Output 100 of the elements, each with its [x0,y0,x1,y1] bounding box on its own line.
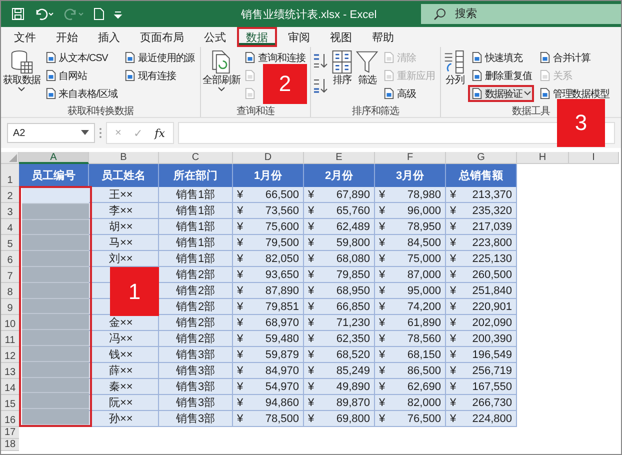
insert-function-button[interactable]: fx [154,126,165,140]
ribbon-tab[interactable]: 公式 [195,27,235,47]
ribbon-button[interactable]: 删除重复值 [468,67,535,84]
ribbon-tab[interactable]: 数据 [237,27,277,47]
table-cell: 销售3部 [159,347,233,363]
document-icon [538,87,551,100]
table-cell: ¥ 78,500 [233,411,304,427]
search-input[interactable]: 搜索 [453,7,608,21]
ribbon-tab[interactable]: 审阅 [279,27,319,47]
sort-descending-icon[interactable] [313,77,330,95]
ribbon-tab[interactable]: 视图 [321,27,361,47]
row-header[interactable]: 13 [1,363,19,379]
name-box[interactable]: A2 [7,123,95,143]
row-header[interactable]: 1 [1,164,19,187]
table-cell[interactable] [22,314,89,330]
column-header[interactable]: G [446,152,517,164]
row-header[interactable]: 7 [1,267,19,283]
table-cell: 销售1部 [159,235,233,251]
ribbon-tab[interactable]: 文件 [5,27,45,47]
table-cell: ¥ 93,650 [233,267,304,283]
column-header[interactable]: B [89,152,159,164]
table-cell: ¥ 78,980 [375,187,446,203]
ribbon-button[interactable]: 分列 [442,49,467,104]
table-cell: ¥ 49,890 [304,379,375,395]
ribbon-tab[interactable]: 开始 [47,27,87,47]
table-cell[interactable] [22,235,89,252]
ribbon-button[interactable]: 全部刷新 [202,49,240,104]
row-header[interactable]: 3 [1,203,19,219]
table-cell: ¥ 251,840 [446,283,517,299]
ribbon-button[interactable]: 最近使用的源 [121,49,198,66]
search-bar[interactable]: 搜索 [421,4,621,24]
table-cell: 薛×× [89,363,159,379]
table-cell[interactable] [22,378,89,394]
table-cell: 销售3部 [159,379,233,395]
ribbon-button[interactable]: 筛选 [355,49,380,104]
table-cell[interactable] [22,298,89,314]
row-header[interactable]: 10 [1,315,19,331]
table-cell: 销售3部 [159,395,233,411]
row-header[interactable]: 18 [1,439,19,451]
column-header[interactable]: H [517,152,569,164]
table-cell: 销售3部 [159,363,233,379]
ribbon-button[interactable]: 排序 [330,49,354,104]
table-cell[interactable] [22,251,89,267]
column-header[interactable]: E [304,152,375,164]
row-header[interactable]: 4 [1,219,19,235]
redo-icon [63,7,85,21]
row-header[interactable]: 12 [1,347,19,363]
row-header[interactable]: 8 [1,283,19,299]
table-cell: ¥ 225,130 [446,251,517,267]
ribbon-button[interactable]: 现有连接 [121,67,179,84]
ribbon-button[interactable]: 合并计算 [536,49,594,66]
drag-handle-icon[interactable] [99,127,102,139]
table-cell[interactable] [22,220,89,236]
column-header[interactable]: F [375,152,446,164]
column-header[interactable]: D [233,152,304,164]
table-cell[interactable] [22,266,89,283]
ribbon-tab[interactable]: 插入 [89,27,129,47]
ribbon-button[interactable]: 数据验证 [468,85,534,102]
table-cell[interactable] [22,204,89,220]
column-header[interactable]: C [159,152,233,164]
triangle-icon[interactable] [9,154,17,162]
ribbon-button[interactable]: 来自表格/区域 [42,85,120,102]
table-cell: ¥ 73,560 [233,203,304,219]
document-icon [124,69,136,82]
row-header[interactable]: 11 [1,331,19,347]
new-file-icon[interactable] [93,7,105,21]
table-cell[interactable] [22,330,89,346]
column-header[interactable]: A [19,152,89,164]
document-icon [383,87,396,100]
row-header[interactable]: 14 [1,379,19,395]
row-header[interactable]: 5 [1,235,19,251]
column-header[interactable]: I [569,152,619,164]
table-cell[interactable] [22,346,89,362]
ribbon-button[interactable]: 自网站 [42,67,90,84]
row-header[interactable]: 2 [1,187,19,203]
table-cell: ¥ 79,851 [233,299,304,315]
table-cell[interactable] [22,393,89,410]
caret-icon [18,87,26,92]
ribbon-button[interactable]: 获取数据 [3,49,41,104]
table-cell: ¥ 62,350 [304,331,375,347]
header-cell: 员工编号 [19,164,89,187]
ribbon-tab[interactable]: 帮助 [363,27,403,47]
group-label: 数据工具 [511,105,551,117]
row-header[interactable]: 6 [1,251,19,267]
row-header[interactable]: 9 [1,299,19,315]
header-cell: 员工姓名 [89,164,159,187]
sort-ascending-icon[interactable] [313,52,330,70]
ribbon-button[interactable]: 高级 [380,85,420,102]
ribbon-button[interactable]: 从文本/CSV [42,49,111,66]
select-all-corner[interactable] [1,152,19,164]
table-cell[interactable] [22,188,89,204]
save-icon[interactable] [11,7,25,21]
ribbon-button[interactable]: 快速填充 [468,49,526,66]
table-cell[interactable] [22,282,89,299]
table-cell[interactable] [22,409,89,425]
row-header[interactable]: 15 [1,395,19,411]
row-header[interactable]: 16 [1,411,19,427]
row-header[interactable]: 17 [1,427,19,439]
table-cell[interactable] [22,362,89,378]
ribbon-tab[interactable]: 页面布局 [131,27,193,47]
